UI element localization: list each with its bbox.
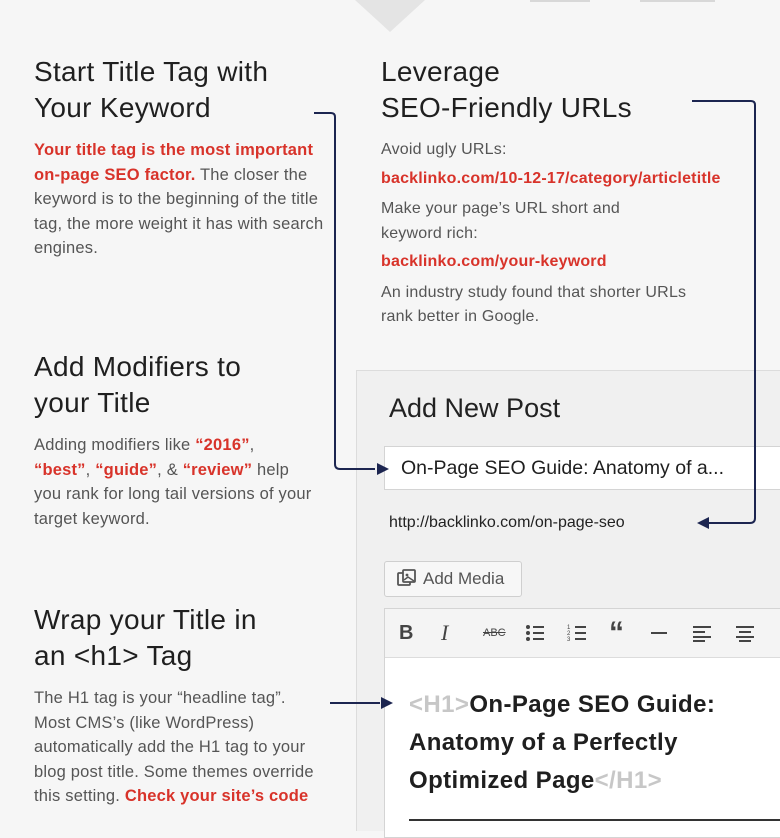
h1-close-tag: </H1> <box>594 767 663 794</box>
top-divider <box>640 0 715 2</box>
align-center-icon <box>736 626 754 642</box>
section-modifiers: Add Modifiers to your Title Adding modif… <box>34 349 314 531</box>
section-body: The H1 tag is your “headline tag”. Most … <box>34 689 314 805</box>
italic-icon: I <box>441 620 449 645</box>
good-url: backlinko.com/your-keyword <box>381 253 607 270</box>
h1-open-tag: <H1> <box>409 691 470 718</box>
strikethrough-button[interactable]: ABC <box>483 618 525 648</box>
blockquote-button[interactable]: “ <box>609 618 651 648</box>
numbered-list-button[interactable]: 123 <box>567 618 609 648</box>
content-editor[interactable]: B I ABC 123 “ <H1>On-Page SEO Guide: Ana… <box>384 608 780 838</box>
section-start-title: Start Title Tag with Your Keyword Your t… <box>34 54 324 261</box>
add-new-post-panel: Add New Post On-Page SEO Guide: Anatomy … <box>356 370 780 838</box>
section-heading: Start Title Tag with Your Keyword <box>34 56 269 123</box>
modifier: “best” <box>34 460 86 479</box>
bulleted-list-button[interactable] <box>525 618 567 648</box>
horizontal-rule-button[interactable] <box>651 618 693 648</box>
section-h1-tag: Wrap your Title in an <h1> Tag The H1 ta… <box>34 602 314 809</box>
panel-title: Add New Post <box>389 393 561 423</box>
align-left-button[interactable] <box>693 618 735 648</box>
modifier: “guide” <box>95 460 158 479</box>
bold-button[interactable]: B <box>399 618 441 648</box>
italic-button[interactable]: I <box>441 618 483 648</box>
editor-content[interactable]: <H1>On-Page SEO Guide: Anatomy of a Perf… <box>385 658 780 800</box>
add-media-label: Add Media <box>423 569 505 588</box>
bold-icon: B <box>399 621 414 644</box>
editor-toolbar: B I ABC 123 “ <box>385 609 780 658</box>
media-icon <box>397 569 416 586</box>
add-media-button[interactable]: Add Media <box>384 561 522 597</box>
permalink[interactable]: http://backlinko.com/on-page-seo <box>389 514 625 532</box>
section-body: Your title tag is the most important on-… <box>34 138 324 261</box>
strikethrough-icon: ABC <box>483 627 506 639</box>
svg-text:3: 3 <box>567 637 571 642</box>
top-notch <box>355 0 425 32</box>
numbered-list-icon: 123 <box>567 625 586 642</box>
section-body: Adding modifiers like “2016”, “best”, “g… <box>34 436 312 528</box>
section-heading: Wrap your Title in an <h1> Tag <box>34 604 257 671</box>
modifier: “2016” <box>195 436 250 454</box>
modifier: “review” <box>182 460 253 479</box>
check-code-link[interactable]: Check your site’s code <box>125 787 309 805</box>
top-divider <box>530 0 590 2</box>
bad-url: backlinko.com/10-12-17/category/articlet… <box>381 169 721 187</box>
bulleted-list-icon <box>526 625 544 641</box>
horizontal-rule-icon <box>651 632 667 634</box>
align-center-button[interactable] <box>735 618 777 648</box>
align-left-icon <box>693 626 711 642</box>
quote-icon: “ <box>609 616 624 649</box>
section-heading: Add Modifiers to your Title <box>34 351 242 418</box>
post-title-input[interactable]: On-Page SEO Guide: Anatomy of a... <box>384 446 780 490</box>
section-body: Avoid ugly URLs: backlinko.com/10-12-17/… <box>381 138 761 330</box>
section-seo-urls: Leverage SEO-Friendly URLs Avoid ugly UR… <box>381 54 761 330</box>
content-underline <box>409 819 780 821</box>
section-heading: Leverage SEO-Friendly URLs <box>381 56 632 123</box>
